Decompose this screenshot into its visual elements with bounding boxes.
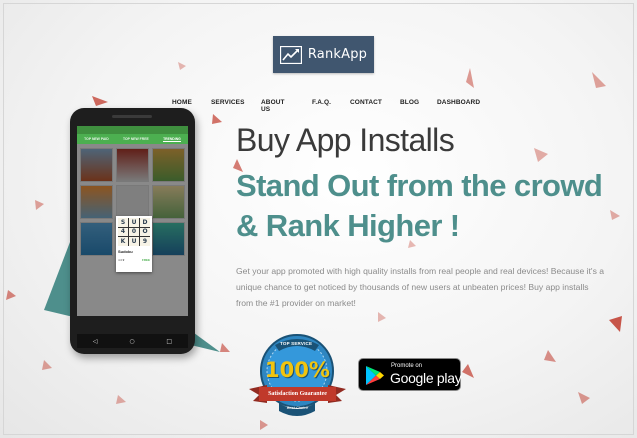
phone-status-bar <box>77 126 188 134</box>
hero-title: Buy App Installs <box>236 122 455 158</box>
home-icon: ○ <box>129 337 135 345</box>
google-play-button[interactable]: Promote on Google play <box>358 358 462 391</box>
phone-speaker <box>112 115 152 118</box>
sudoku-cell: O <box>140 227 150 237</box>
hero-headline: Stand Out from the crowd & Rank Higher ! <box>236 168 603 243</box>
phone-mockup: TOP NEW PAID TOP NEW FREE TRENDING S U D… <box>70 108 195 354</box>
sudoku-cell: U <box>129 237 139 246</box>
google-play-icon <box>366 366 384 385</box>
badge-ribbon-text: Satisfaction Guarantee <box>268 391 327 397</box>
phone-navbar: ◁ ○ □ <box>77 334 188 348</box>
back-icon: ◁ <box>92 337 98 345</box>
trend-chart-icon <box>279 45 302 64</box>
nav-blog[interactable]: BLOG <box>400 99 419 106</box>
sudoku-cell: 4 <box>118 227 128 237</box>
phone-tab: TOP NEW FREE <box>123 137 149 141</box>
sudoku-icon: S U D 4 0 O K U 9 <box>118 218 150 246</box>
badge-percent: 100% <box>265 358 330 382</box>
phone-app-tabs: TOP NEW PAID TOP NEW FREE TRENDING <box>77 134 188 144</box>
phone-nav-buttons: ◁ ○ □ <box>77 320 188 348</box>
sudoku-cell: 9 <box>140 237 150 246</box>
featured-app-title: Sudoku <box>118 249 133 254</box>
sudoku-cell: S <box>118 218 128 227</box>
brand-logo[interactable]: RankApp <box>273 36 374 73</box>
google-play-small-text: Promote on <box>391 363 423 369</box>
nav-contact[interactable]: CONTACT <box>350 99 382 106</box>
google-play-label: Google play <box>390 370 462 386</box>
nav-home[interactable]: HOME <box>172 99 192 106</box>
sudoku-cell: 0 <box>129 227 139 237</box>
featured-app-price: FREE <box>141 258 150 262</box>
featured-app-card: S U D 4 0 O K U 9 Sudoku 4.0★ FREE <box>116 216 152 272</box>
phone-tab: TOP NEW PAID <box>84 137 109 141</box>
nav-dashboard[interactable]: DASHBOARD <box>437 99 480 106</box>
sudoku-cell: D <box>140 218 150 227</box>
nav-about-us[interactable]: ABOUT US <box>261 99 285 113</box>
featured-app-meta: 4.0★ FREE <box>118 258 150 262</box>
satisfaction-badge: TOP SERVICE 100% Satisfaction Guarantee … <box>245 331 350 421</box>
badge-bottom-text: Best Choice <box>286 405 309 410</box>
phone-screen: TOP NEW PAID TOP NEW FREE TRENDING S U D… <box>77 126 188 316</box>
sudoku-cell: U <box>129 218 139 227</box>
nav-services[interactable]: SERVICES <box>211 99 245 106</box>
phone-tab-active: TRENDING <box>163 136 181 142</box>
hero-description: Get your app promoted with high quality … <box>236 266 605 308</box>
sudoku-cell: K <box>118 237 128 246</box>
featured-app-rating: 4.0★ <box>118 258 125 262</box>
badge-top-text: TOP SERVICE <box>280 341 313 346</box>
brand-name: RankApp <box>307 47 368 62</box>
nav-faq[interactable]: F.A.Q. <box>312 99 331 106</box>
recents-icon: □ <box>166 337 173 345</box>
